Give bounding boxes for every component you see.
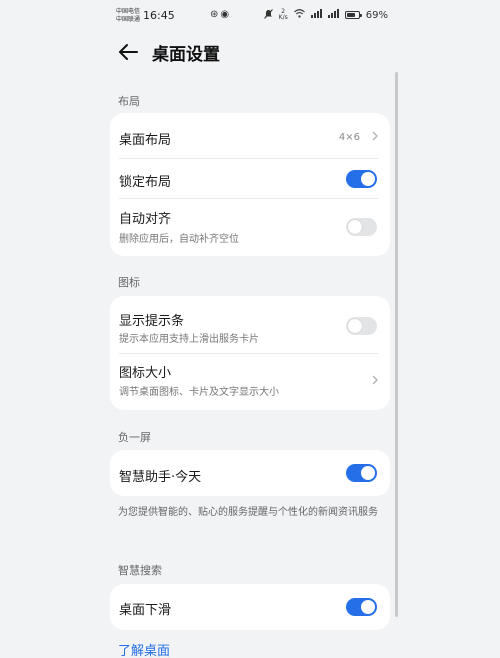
row-title: 显示提示条 <box>119 314 185 329</box>
card-smart-search: 桌面下滑 <box>110 584 390 630</box>
row-show-badge[interactable]: 显示提示条 提示本应用支持上滑出服务卡片 <box>110 296 390 353</box>
layout-value: 4×6 <box>338 132 360 143</box>
page-title: 桌面设置 <box>152 45 220 65</box>
toggle-knob <box>361 172 375 186</box>
section-header-minus-one: 负一屏 <box>118 431 151 444</box>
signal-icon-2 <box>327 9 339 21</box>
card-layout: 桌面布局 4×6 锁定布局 自动对齐 删除应用后，自动补齐空位 <box>110 113 390 256</box>
lock-layout-toggle[interactable] <box>346 170 377 188</box>
row-lock-layout[interactable]: 锁定布局 <box>110 158 390 198</box>
section-header-icons: 图标 <box>118 276 140 289</box>
chevron-right-icon <box>372 131 378 141</box>
row-icon-size[interactable]: 图标大小 调节桌面图标、卡片及文字显示大小 <box>110 353 390 410</box>
eye-icon: ◉ <box>220 9 232 20</box>
row-subtitle: 删除应用后，自动补齐空位 <box>119 234 239 245</box>
carrier-2: 中国联通 <box>116 16 141 23</box>
row-title: 锁定布局 <box>119 175 172 190</box>
status-right-icons: 2 K/s 69% <box>263 8 388 22</box>
row-auto-align[interactable]: 自动对齐 删除应用后，自动补齐空位 <box>110 198 390 256</box>
status-time: 16:45 <box>143 9 175 22</box>
toggle-knob <box>348 220 362 234</box>
battery-icon <box>344 11 362 19</box>
auto-align-toggle[interactable] <box>346 218 377 236</box>
carrier-1: 中国电信 <box>116 8 141 15</box>
row-subtitle: 调节桌面图标、卡片及文字显示大小 <box>119 387 279 398</box>
network-speed: 2 K/s <box>279 9 288 21</box>
toggle-knob <box>348 319 362 333</box>
signal-icon-1 <box>310 9 322 21</box>
carrier-names: 中国电信 中国联通 <box>116 8 140 24</box>
chevron-right-icon <box>372 375 378 385</box>
net-speed-unit: K/s <box>278 14 288 21</box>
arrow-left-icon <box>119 44 138 60</box>
row-subtitle: 提示本应用支持上滑出服务卡片 <box>119 334 259 345</box>
row-title: 图标大小 <box>119 366 172 381</box>
row-title: 智慧助手·今天 <box>119 470 202 485</box>
toggle-knob <box>361 466 375 480</box>
row-swipe-down[interactable]: 桌面下滑 <box>110 584 390 630</box>
row-desktop-layout[interactable]: 桌面布局 4×6 <box>110 113 390 158</box>
card-icons: 显示提示条 提示本应用支持上滑出服务卡片 图标大小 调节桌面图标、卡片及文字显示… <box>110 296 390 410</box>
battery-percent: 69% <box>365 9 388 21</box>
assistant-today-toggle[interactable] <box>346 464 377 482</box>
battery-fill <box>346 13 355 17</box>
scrollbar[interactable] <box>395 72 398 617</box>
card-minus-one: 智慧助手·今天 <box>110 450 390 496</box>
swipe-down-toggle[interactable] <box>346 598 377 616</box>
row-title: 桌面下滑 <box>119 603 172 618</box>
mute-icon <box>263 8 273 22</box>
row-title: 桌面布局 <box>119 133 172 148</box>
status-bar: 中国电信 中国联通 16:45 ⊛◉ 2 K/s 69% <box>0 0 500 34</box>
back-button[interactable] <box>116 40 140 64</box>
section-header-smart-search: 智慧搜索 <box>118 564 162 577</box>
toggle-knob <box>361 600 375 614</box>
row-title: 自动对齐 <box>119 212 172 227</box>
notification-icon: ⊛ <box>210 9 221 20</box>
learn-desktop-link[interactable]: 了解桌面 <box>118 640 170 658</box>
status-notification-icons: ⊛◉ <box>210 9 231 20</box>
section-header-layout: 布局 <box>118 95 140 108</box>
minus-one-description: 为您提供智能的、贴心的服务提醒与个性化的新闻资讯服务 <box>118 507 378 518</box>
show-badge-toggle[interactable] <box>346 317 377 335</box>
wifi-icon <box>293 9 305 21</box>
row-assistant-today[interactable]: 智慧助手·今天 <box>110 450 390 496</box>
